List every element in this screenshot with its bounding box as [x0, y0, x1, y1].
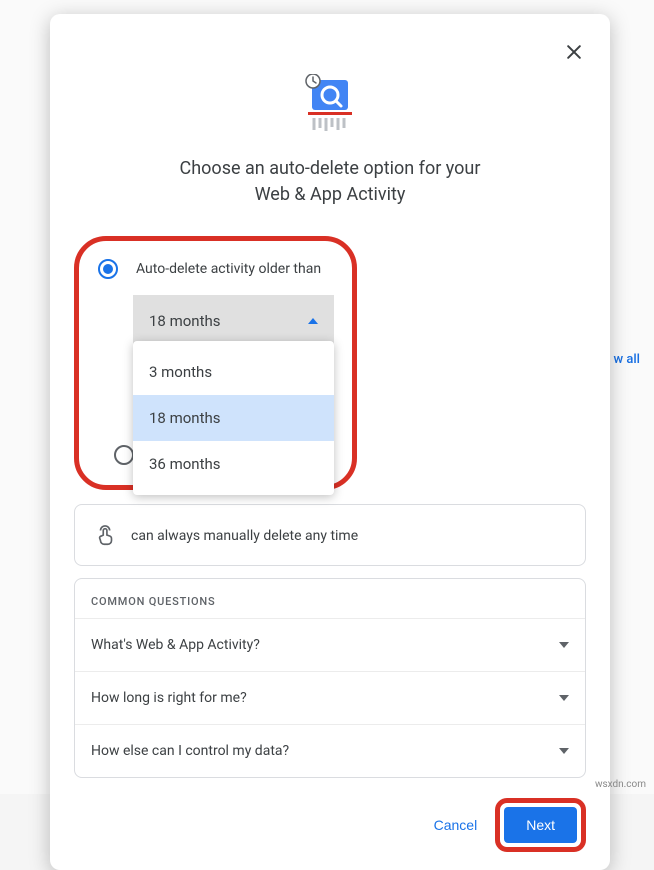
duration-option-3-months[interactable]: 3 months: [133, 349, 334, 395]
cancel-button[interactable]: Cancel: [420, 807, 492, 843]
faq-item-label: What's Web & App Activity?: [91, 637, 260, 653]
title-line-2: Web & App Activity: [255, 184, 406, 205]
duration-selected: 18 months: [149, 312, 220, 330]
duration-option-36-months[interactable]: 36 months: [133, 441, 334, 487]
highlight-auto-delete: Auto-delete activity older than 18 month…: [74, 236, 357, 490]
faq-card: COMMON QUESTIONS What's Web & App Activi…: [74, 578, 586, 778]
close-button[interactable]: [560, 38, 588, 66]
faq-item-what-is[interactable]: What's Web & App Activity?: [75, 618, 585, 671]
modal-title: Choose an auto-delete option for your We…: [74, 156, 586, 208]
manual-delete-text: can always manually delete any time: [131, 528, 358, 544]
duration-option-18-months[interactable]: 18 months: [133, 395, 334, 441]
title-line-1: Choose an auto-delete option for your: [180, 158, 481, 179]
modal-actions: Cancel Next: [74, 798, 586, 852]
watermark-text: wsxdn.com: [595, 779, 646, 790]
manual-delete-card: can always manually delete any time: [74, 504, 586, 566]
close-icon: [564, 42, 584, 62]
option-auto-delete-label: Auto-delete activity older than: [136, 261, 321, 277]
faq-item-how-long[interactable]: How long is right for me?: [75, 671, 585, 724]
faq-header: COMMON QUESTIONS: [75, 595, 585, 618]
radio-dont-auto-delete[interactable]: [114, 445, 134, 465]
chevron-down-icon: [559, 748, 569, 754]
tap-icon: [95, 525, 117, 547]
chevron-down-icon: [559, 642, 569, 648]
next-button[interactable]: Next: [504, 807, 577, 843]
chevron-up-icon: [308, 318, 318, 324]
faq-item-label: How long is right for me?: [91, 690, 247, 706]
duration-dropdown-menu: 3 months 18 months 36 months: [133, 341, 334, 495]
header-icon: [298, 74, 362, 136]
faq-item-label: How else can I control my data?: [91, 743, 289, 759]
chevron-down-icon: [559, 695, 569, 701]
auto-delete-modal: Choose an auto-delete option for your We…: [50, 14, 610, 870]
option-auto-delete[interactable]: Auto-delete activity older than: [98, 259, 336, 279]
highlight-next: Next: [495, 798, 586, 852]
radio-auto-delete[interactable]: [98, 259, 118, 279]
faq-item-control-data[interactable]: How else can I control my data?: [75, 724, 585, 777]
